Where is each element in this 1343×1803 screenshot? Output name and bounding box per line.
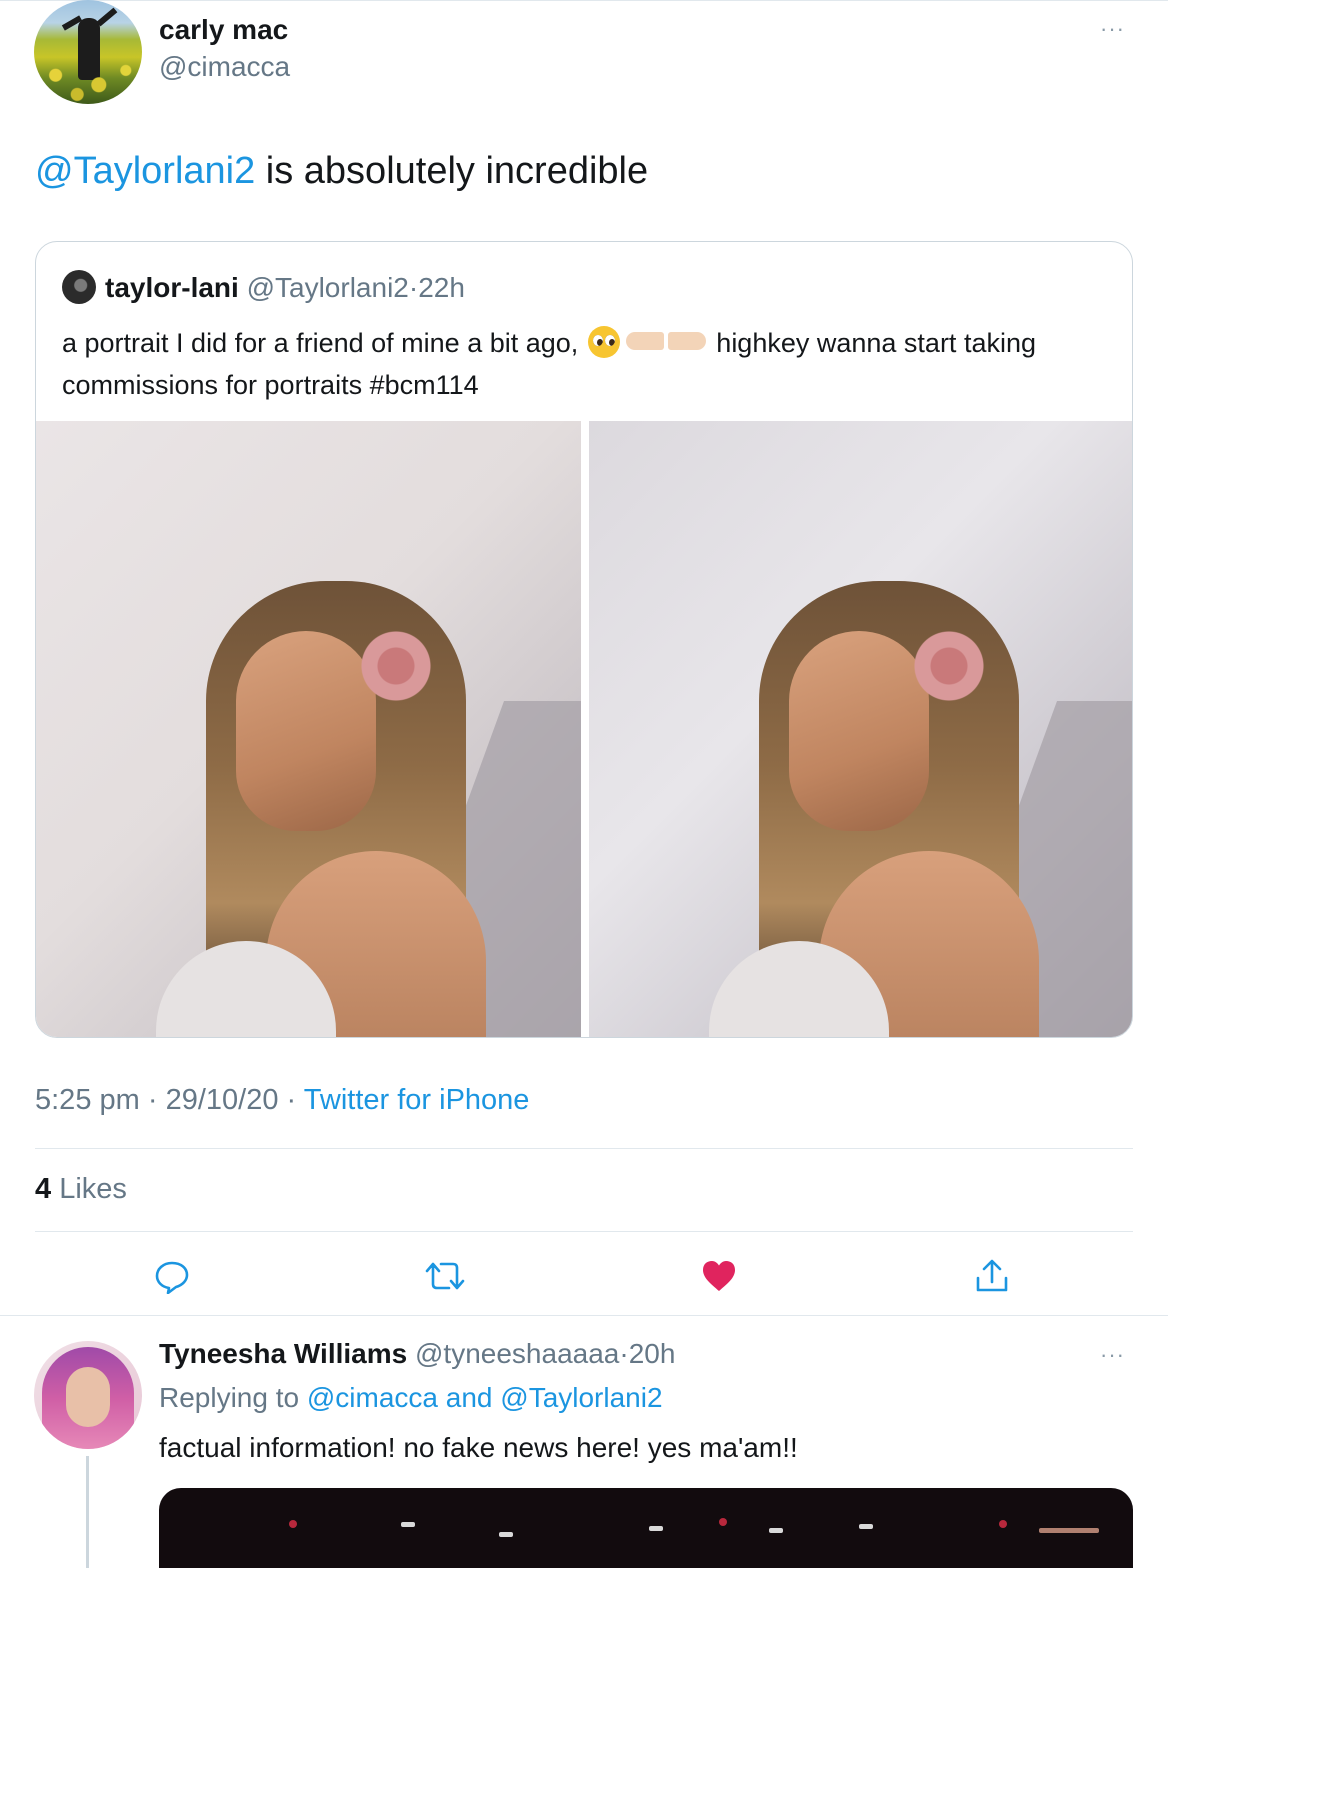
divider	[35, 1231, 1133, 1232]
pointing-right-icon	[626, 332, 665, 350]
media-detail	[499, 1532, 513, 1537]
reply-author-avatar[interactable]	[34, 1341, 142, 1449]
divider	[35, 1148, 1133, 1149]
reply-button[interactable]	[150, 1254, 194, 1298]
photo-detail	[356, 631, 436, 701]
reply-icon	[155, 1261, 189, 1294]
quoted-tweet-text: a portrait I did for a friend of mine a …	[62, 322, 1102, 406]
quoted-tweet-header: taylor-lani @Taylorlani2·22h	[105, 272, 465, 304]
like-button[interactable]	[697, 1254, 741, 1298]
reply-author-handle[interactable]: @tyneeshaaaaa	[415, 1338, 619, 1369]
replying-to: Replying to @cimacca and @Taylorlani2	[159, 1382, 663, 1414]
separator-dot: ·	[147, 1084, 158, 1116]
media-detail	[1039, 1528, 1099, 1533]
author-display-name[interactable]: carly mac	[159, 14, 288, 46]
likes-count[interactable]: 4 Likes	[35, 1173, 127, 1206]
tweet-text: @Taylorlani2 is absolutely incredible	[35, 150, 648, 193]
divider	[0, 1315, 1168, 1316]
avatar-detail	[96, 7, 118, 27]
media-detail	[719, 1518, 727, 1526]
likes-number: 4	[35, 1173, 52, 1205]
quoted-text-part1: a portrait I did for a friend of mine a …	[62, 328, 579, 358]
separator-dot: ·	[286, 1084, 297, 1116]
mention-link[interactable]: @Taylorlani2	[35, 150, 255, 192]
author-handle[interactable]: @cimacca	[159, 51, 290, 83]
pleading-face-icon	[588, 326, 621, 358]
timestamp-date: 29/10/20	[165, 1084, 279, 1116]
timestamp-time: 5:25 pm	[35, 1084, 140, 1116]
top-divider	[0, 0, 1168, 1]
more-options-icon[interactable]: ···	[1100, 18, 1125, 40]
avatar-detail	[34, 56, 142, 104]
reply-text: factual information! no fake news here! …	[159, 1432, 798, 1463]
separator-dot: ·	[619, 1338, 629, 1369]
replying-targets-link[interactable]: @cimacca and @Taylorlani2	[307, 1382, 663, 1413]
pointing-left-icon	[668, 332, 707, 350]
reply-age: 20h	[628, 1338, 676, 1369]
replying-prefix: Replying to	[159, 1382, 300, 1413]
tweet-text-body: is absolutely incredible	[255, 150, 649, 192]
tweet-detail-view: carly mac @cimacca ··· @Taylorlani2 is a…	[0, 0, 1168, 1568]
heart-icon	[703, 1261, 735, 1291]
tweet-source-link[interactable]: Twitter for iPhone	[304, 1084, 530, 1116]
photo-detail	[789, 631, 929, 831]
media-detail	[999, 1520, 1007, 1528]
share-button[interactable]	[970, 1254, 1014, 1298]
media-detail	[289, 1520, 297, 1528]
retweet-button[interactable]	[423, 1254, 467, 1298]
retweet-icon	[425, 1262, 465, 1290]
photo-detail	[236, 631, 376, 831]
avatar-detail	[66, 1367, 110, 1427]
thread-connector	[86, 1456, 89, 1568]
quoted-author-avatar	[62, 270, 96, 304]
reply-header: Tyneesha Williams @tyneeshaaaaa·20h	[159, 1338, 675, 1370]
quoted-author-name: taylor-lani	[105, 272, 239, 303]
likes-label: Likes	[59, 1173, 127, 1205]
author-avatar[interactable]	[34, 0, 142, 104]
quoted-photo-original[interactable]	[36, 421, 581, 1037]
reply-author-name[interactable]: Tyneesha Williams	[159, 1338, 407, 1369]
media-detail	[649, 1526, 663, 1531]
photo-detail	[909, 631, 989, 701]
media-detail	[401, 1522, 415, 1527]
media-detail	[769, 1528, 783, 1533]
media-detail	[859, 1524, 873, 1529]
reply-media[interactable]	[159, 1488, 1133, 1568]
separator-dot: ·	[408, 272, 419, 303]
quoted-tweet-age: 22h	[418, 272, 465, 303]
quoted-tweet-card[interactable]: taylor-lani @Taylorlani2·22h a portrait …	[35, 241, 1133, 1038]
tweet-timestamp: 5:25 pm · 29/10/20 · Twitter for iPhone	[35, 1084, 529, 1117]
quoted-author-handle: @Taylorlani2	[246, 272, 409, 303]
quoted-photo-portrait[interactable]	[589, 421, 1132, 1037]
share-icon	[976, 1259, 1008, 1292]
more-options-icon[interactable]: ···	[1100, 1344, 1125, 1366]
